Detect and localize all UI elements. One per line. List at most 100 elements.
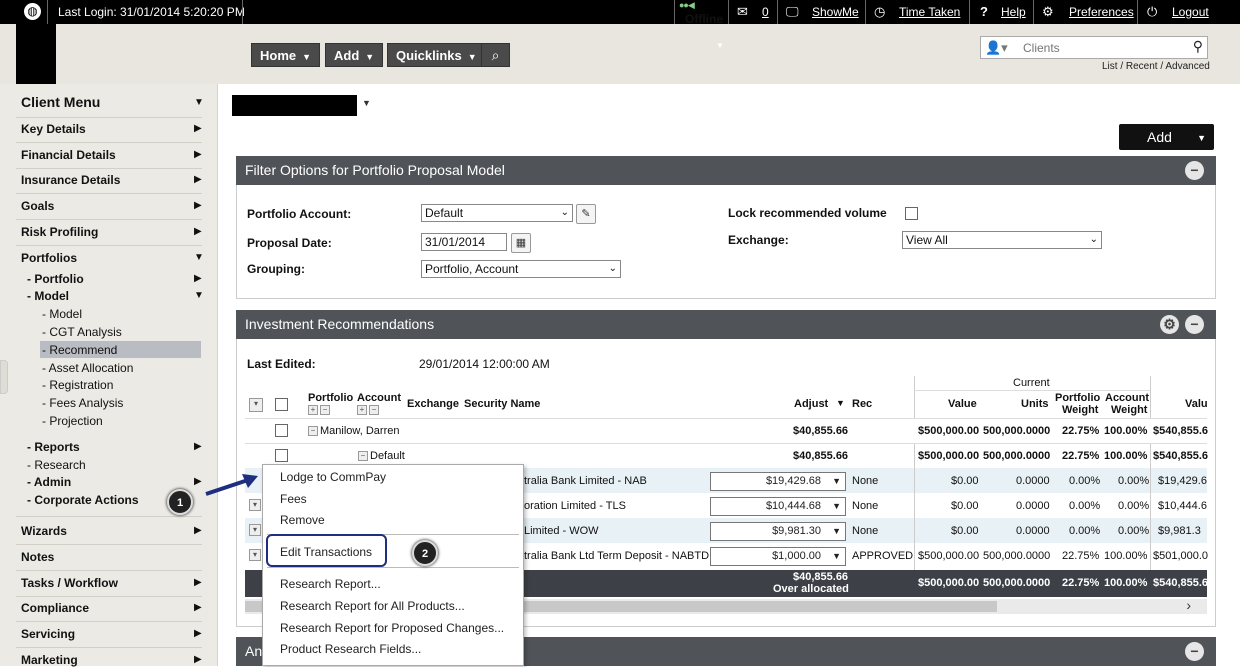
sidebar-item-cgt-analysis[interactable]: - CGT Analysis xyxy=(42,325,122,339)
sidebar-item-model[interactable]: - Model xyxy=(27,289,69,303)
collapse-caret-icon[interactable]: ▼ xyxy=(716,41,724,50)
expand-all-icon[interactable]: + xyxy=(308,405,318,415)
bulk-action-dropdown[interactable]: ▾ xyxy=(249,398,263,412)
menu-item-product-research-fields[interactable]: Product Research Fields... xyxy=(280,642,421,656)
sidebar-item-financial-details[interactable]: Financial Details xyxy=(21,148,116,162)
globe-icon[interactable]: ◍ xyxy=(24,3,41,20)
col-portfolio[interactable]: Portfolio xyxy=(308,392,353,404)
mail-icon[interactable]: ✉ xyxy=(737,4,748,20)
menu-item-lodge-to-commpay[interactable]: Lodge to CommPay xyxy=(280,470,386,484)
row-checkbox[interactable] xyxy=(275,449,288,462)
sidebar-item-portfolio[interactable]: - Portfolio xyxy=(27,272,84,286)
sidebar-item-risk-profiling[interactable]: Risk Profiling xyxy=(21,225,98,239)
search-menu-button[interactable]: ⌕ xyxy=(481,43,510,67)
mail-count-link[interactable]: 0 xyxy=(762,5,769,19)
col-portfolio-weight-1[interactable]: Portfolio xyxy=(1055,392,1100,404)
adjust-select[interactable]: $10,444.68 ▼ xyxy=(710,497,846,516)
collapse-all-icon[interactable]: − xyxy=(369,405,379,415)
clock-icon[interactable]: ◷ xyxy=(874,4,885,20)
row-action-dropdown[interactable]: ▾ xyxy=(249,549,261,561)
portfolio-account-select[interactable]: Default ⌄ xyxy=(421,204,573,222)
row-action-dropdown[interactable]: ▾ xyxy=(249,524,261,536)
caret-down-icon[interactable]: ▼ xyxy=(836,398,845,408)
list-recent-advanced-links[interactable]: List / Recent / Advanced xyxy=(1102,61,1210,72)
add-menu-button[interactable]: Add ▼ xyxy=(325,43,384,67)
add-button[interactable]: Add ▼ xyxy=(1119,124,1214,150)
adjust-select[interactable]: $9,981.30 ▼ xyxy=(710,522,846,541)
help-icon[interactable]: ? xyxy=(980,4,988,19)
grouping-select[interactable]: Portfolio, Account ⌄ xyxy=(421,260,621,278)
quicklinks-menu-button[interactable]: Quicklinks ▼ xyxy=(387,43,486,67)
collapse-icon[interactable]: − xyxy=(1185,315,1204,334)
sidebar-item-registration[interactable]: - Registration xyxy=(42,378,113,392)
power-icon[interactable]: ⏻ xyxy=(1147,4,1157,20)
col-account[interactable]: Account xyxy=(357,392,401,404)
menu-item-fees[interactable]: Fees xyxy=(280,492,307,506)
col-account-weight-2[interactable]: Weight xyxy=(1111,404,1147,416)
preferences-link[interactable]: Preferences xyxy=(1069,5,1134,19)
chevron-down-icon[interactable]: ▼ xyxy=(362,98,371,108)
menu-item-research-report[interactable]: Research Report... xyxy=(280,577,381,591)
help-link[interactable]: Help xyxy=(1001,5,1026,19)
col-adjust[interactable]: Adjust xyxy=(794,398,828,410)
search-icon[interactable]: ⚲ xyxy=(1193,38,1203,55)
col-security-name[interactable]: Security Name xyxy=(464,398,540,410)
sidebar-item-projection[interactable]: - Projection xyxy=(42,414,103,428)
sidebar-item-goals[interactable]: Goals xyxy=(21,199,54,213)
chevron-down-icon[interactable]: ▼ xyxy=(194,97,204,108)
sidebar-item-wizards[interactable]: Wizards xyxy=(21,524,67,538)
adjust-select[interactable]: $1,000.00 ▼ xyxy=(710,547,846,566)
sidebar-item-reports[interactable]: - Reports xyxy=(27,440,80,454)
sidebar-resize-handle[interactable] xyxy=(0,360,8,394)
col-portfolio-weight-2[interactable]: Weight xyxy=(1062,404,1098,416)
collapse-icon[interactable]: − xyxy=(1185,642,1204,661)
sidebar-item-asset-allocation[interactable]: - Asset Allocation xyxy=(42,361,133,375)
col-next-value[interactable]: Valu xyxy=(1185,398,1208,410)
proposal-date-input[interactable]: 31/01/2014 xyxy=(421,233,507,251)
sidebar-item-compliance[interactable]: Compliance xyxy=(21,601,89,615)
sidebar-item-servicing[interactable]: Servicing xyxy=(21,627,75,641)
collapse-icon[interactable]: − xyxy=(308,426,318,436)
logout-link[interactable]: Logout xyxy=(1172,5,1209,19)
sidebar-item-admin[interactable]: - Admin xyxy=(27,475,71,489)
col-rec[interactable]: Rec xyxy=(852,398,872,410)
sidebar-item-notes[interactable]: Notes xyxy=(21,550,54,564)
row-checkbox[interactable] xyxy=(275,424,288,437)
sidebar-item-model-model[interactable]: - Model xyxy=(42,307,82,321)
client-search-input[interactable] xyxy=(1023,39,1183,56)
lock-recommended-volume-checkbox[interactable] xyxy=(905,207,918,220)
sidebar-item-recommend[interactable]: - Recommend xyxy=(42,343,117,357)
sidebar-item-marketing[interactable]: Marketing xyxy=(21,653,78,667)
sidebar-item-insurance-details[interactable]: Insurance Details xyxy=(21,173,120,187)
exchange-select[interactable]: View All ⌄ xyxy=(902,231,1102,249)
collapse-icon[interactable]: − xyxy=(358,451,368,461)
col-units[interactable]: Units xyxy=(1021,398,1049,410)
person-icon[interactable]: 👤▾ xyxy=(985,40,1008,56)
col-exchange[interactable]: Exchange xyxy=(407,398,459,410)
home-menu-button[interactable]: Home ▼ xyxy=(251,43,321,67)
menu-item-remove[interactable]: Remove xyxy=(280,513,325,527)
menu-item-research-report-proposed[interactable]: Research Report for Proposed Changes... xyxy=(280,621,504,635)
sidebar-item-key-details[interactable]: Key Details xyxy=(21,122,86,136)
sidebar-item-fees-analysis[interactable]: - Fees Analysis xyxy=(42,396,123,410)
edit-pencil-icon[interactable]: ✎ xyxy=(576,204,596,224)
calendar-icon[interactable]: ▦ xyxy=(511,233,531,253)
menu-item-research-report-all[interactable]: Research Report for All Products... xyxy=(280,599,465,613)
adjust-select[interactable]: $19,429.68 ▼ xyxy=(710,472,846,491)
expand-all-icon[interactable]: + xyxy=(357,405,367,415)
col-account-weight-1[interactable]: Account xyxy=(1105,392,1149,404)
showme-icon[interactable]: 🖵 xyxy=(786,4,799,20)
collapse-icon[interactable]: − xyxy=(1185,161,1204,180)
sidebar-item-corporate-actions[interactable]: - Corporate Actions xyxy=(27,493,139,507)
sidebar-item-research[interactable]: - Research xyxy=(27,458,86,472)
client-menu-title[interactable]: Client Menu xyxy=(21,94,100,110)
col-value[interactable]: Value xyxy=(948,398,977,410)
showme-link[interactable]: ShowMe xyxy=(812,5,859,19)
row-action-dropdown[interactable]: ▾ xyxy=(249,499,261,511)
time-taken-link[interactable]: Time Taken xyxy=(899,5,960,19)
chevron-right-icon[interactable]: › xyxy=(1186,597,1191,613)
sidebar-item-portfolios[interactable]: Portfolios xyxy=(21,251,77,265)
select-all-checkbox[interactable] xyxy=(275,398,288,411)
collapse-all-icon[interactable]: − xyxy=(320,405,330,415)
settings-icon[interactable]: ⚙ xyxy=(1160,315,1179,334)
